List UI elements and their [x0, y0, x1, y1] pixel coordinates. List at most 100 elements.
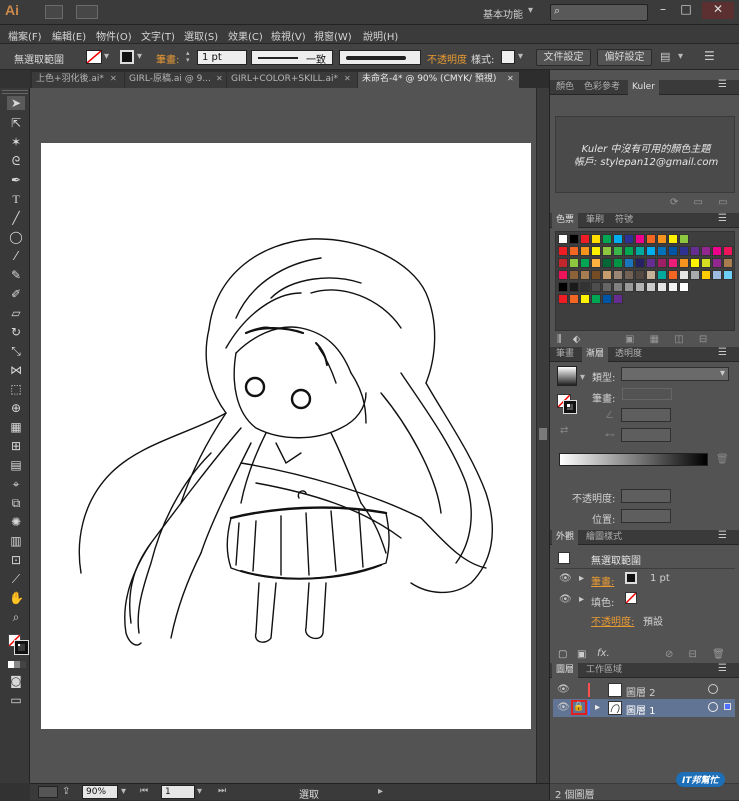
align-icon[interactable]: ▤	[660, 50, 670, 63]
color-swatch[interactable]	[580, 234, 590, 244]
magic-wand-tool-icon[interactable]: ✶	[9, 135, 23, 149]
appearance-fill-swatch[interactable]	[625, 592, 637, 604]
color-swatch[interactable]	[679, 234, 689, 244]
color-swatch[interactable]	[558, 282, 568, 292]
color-swatch[interactable]	[635, 270, 645, 280]
color-swatch[interactable]	[657, 246, 667, 256]
ellipse-tool-icon[interactable]: ◯	[9, 230, 23, 244]
close-icon[interactable]: ✕	[216, 74, 223, 83]
last-page-icon[interactable]: ⏭	[218, 786, 226, 796]
color-swatch[interactable]	[657, 282, 667, 292]
stroke-color-icon[interactable]	[14, 640, 29, 655]
appearance-stroke-label[interactable]: 筆畫:	[591, 573, 614, 588]
color-swatch[interactable]	[569, 246, 579, 256]
swatch-library-icon[interactable]: ⫼ ⬖	[557, 334, 584, 345]
zoom-icon[interactable]	[38, 786, 58, 798]
selection-tool-icon[interactable]: ➤	[7, 96, 25, 110]
type-tool-icon[interactable]: T	[9, 192, 23, 206]
stroke-label[interactable]: 筆畫:	[156, 51, 179, 66]
color-swatch[interactable]	[624, 246, 634, 256]
color-swatch[interactable]	[635, 258, 645, 268]
gradient-angle-field[interactable]	[621, 408, 671, 422]
color-swatch[interactable]	[569, 282, 579, 292]
swatch-footer-icons[interactable]: ▣ ▦ ◫ ⊟	[625, 334, 713, 345]
chevron-down-icon[interactable]: ▾	[518, 51, 523, 62]
color-swatch[interactable]	[591, 234, 601, 244]
appearance-stroke-value[interactable]: 1 pt	[650, 573, 670, 584]
panel-menu-icon[interactable]: ☰	[718, 213, 727, 224]
color-swatch[interactable]	[569, 270, 579, 280]
layer-row-selected[interactable]: 👁 🔒 ▸ 圖層 1	[553, 699, 735, 717]
rotate-tool-icon[interactable]: ↻	[9, 325, 23, 339]
tab-color[interactable]: 顏色	[552, 80, 578, 95]
chevron-right-icon[interactable]: ▸	[579, 594, 584, 605]
gradient-stroke-icon[interactable]	[563, 400, 577, 414]
tab-brushes[interactable]: 筆刷	[582, 213, 608, 228]
gradient-position-field[interactable]	[621, 509, 671, 523]
panel-menu-icon[interactable]: ☰	[718, 347, 727, 358]
color-swatch[interactable]	[591, 282, 601, 292]
panel-menu-icon[interactable]: ☰	[718, 79, 727, 90]
opacity-label[interactable]: 不透明度	[427, 51, 467, 66]
pen-tool-icon[interactable]: ✒	[9, 173, 23, 187]
new-item-icon[interactable]: ▢	[558, 649, 567, 660]
draw-mode-icon[interactable]: ◙	[9, 674, 23, 688]
color-swatch[interactable]	[679, 282, 689, 292]
color-swatch[interactable]	[646, 246, 656, 256]
color-swatch[interactable]	[723, 246, 733, 256]
color-swatch[interactable]	[701, 258, 711, 268]
color-swatch[interactable]	[646, 270, 656, 280]
variable-width-profile[interactable]: 一致	[251, 50, 333, 66]
tab-stroke[interactable]: 筆畫	[552, 347, 578, 362]
share-icon[interactable]: ⇪	[62, 786, 70, 797]
tab-symbols[interactable]: 符號	[611, 213, 637, 228]
color-swatch[interactable]	[591, 270, 601, 280]
layer-name[interactable]: 圖層 2	[626, 684, 656, 699]
kuler-refresh-icon[interactable]: ⟳ ▭ ▭	[670, 197, 734, 208]
color-swatch[interactable]	[558, 270, 568, 280]
first-page-icon[interactable]: ⏮	[140, 786, 148, 796]
blob-brush-tool-icon[interactable]: ✐	[9, 287, 23, 301]
menu-object[interactable]: 物件(O)	[96, 28, 132, 43]
color-swatch[interactable]	[569, 294, 579, 304]
lasso-tool-icon[interactable]: ᘓ	[9, 154, 23, 168]
color-swatch[interactable]	[569, 258, 579, 268]
perspective-grid-tool-icon[interactable]: ▦	[9, 420, 23, 434]
color-swatch[interactable]	[690, 246, 700, 256]
color-swatch[interactable]	[635, 282, 645, 292]
layer-selection-indicator[interactable]	[724, 703, 731, 710]
appearance-opacity-label[interactable]: 不透明度:	[591, 613, 634, 628]
color-swatch[interactable]	[602, 270, 612, 280]
close-icon[interactable]: ✕	[344, 74, 351, 83]
gradient-tool-icon[interactable]: ▤	[9, 458, 23, 472]
gradient-slider[interactable]	[559, 453, 708, 466]
color-swatch[interactable]	[635, 234, 645, 244]
paintbrush-tool-icon[interactable]: ⁄	[9, 249, 23, 263]
fx-icon[interactable]: fx.	[597, 648, 610, 659]
delete-stop-icon[interactable]: 🗑	[716, 454, 729, 465]
color-swatch[interactable]	[569, 234, 579, 244]
color-swatch[interactable]	[701, 270, 711, 280]
tab-document-4[interactable]: 未命名-4* @ 90% (CMYK/ 預視)	[358, 72, 519, 88]
preferences-button[interactable]: 偏好設定	[597, 49, 652, 66]
shape-builder-tool-icon[interactable]: ⊕	[9, 401, 23, 415]
chevron-down-icon[interactable]: ▾	[528, 5, 533, 16]
color-swatch[interactable]	[657, 234, 667, 244]
close-icon[interactable]: ✕	[507, 74, 514, 83]
layer-name[interactable]: 圖層 1	[626, 702, 656, 717]
close-button[interactable]: ✕	[702, 2, 734, 19]
color-swatch[interactable]	[712, 246, 722, 256]
width-tool-icon[interactable]: ⋈	[9, 363, 23, 377]
color-swatch[interactable]	[657, 258, 667, 268]
chevron-down-icon[interactable]: ▾	[678, 51, 683, 62]
color-swatch[interactable]	[558, 294, 568, 304]
color-swatch[interactable]	[668, 258, 678, 268]
color-swatch[interactable]	[624, 270, 634, 280]
color-swatch[interactable]	[723, 258, 733, 268]
tab-swatches[interactable]: 色票	[552, 213, 579, 228]
gradient-aspect-field[interactable]	[621, 428, 671, 442]
color-swatch[interactable]	[558, 246, 568, 256]
color-swatch[interactable]	[580, 282, 590, 292]
eye-icon[interactable]: 👁	[559, 594, 572, 605]
color-swatch[interactable]	[613, 294, 623, 304]
